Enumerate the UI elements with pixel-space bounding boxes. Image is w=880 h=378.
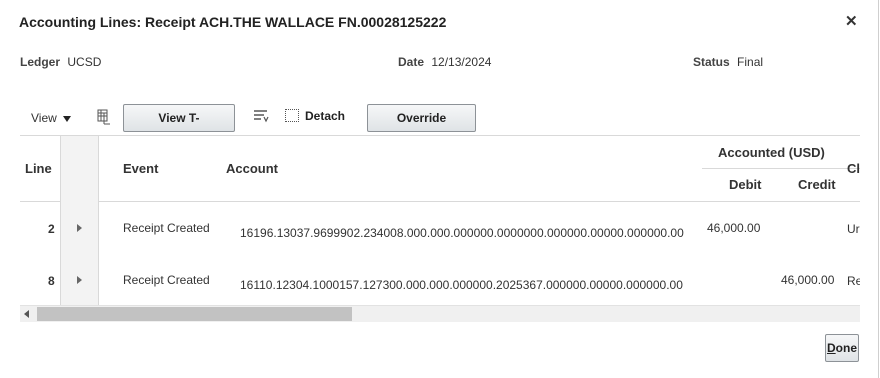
detach-label: Detach: [305, 109, 346, 123]
accounting-lines-table: Line Event Account Accounted (USD) Debit…: [20, 135, 860, 323]
line-number: 2: [48, 222, 55, 236]
debit-cell: 46,000.00: [707, 221, 761, 235]
dialog-title: Accounting Lines: Receipt ACH.THE WALLAC…: [19, 14, 447, 30]
header-cl[interactable]: Cl: [847, 161, 860, 176]
date-label: Date: [398, 55, 425, 69]
detach-icon: [285, 109, 299, 122]
table-row[interactable]: 8 Receipt Created 16110.12304.1000157.12…: [20, 254, 860, 306]
scrollbar-thumb[interactable]: [37, 307, 352, 321]
account-cell: 16196.13037.9699902.234008.000.000.00000…: [240, 226, 684, 240]
table-toolbar: View View T-Accounts Detach Override Acc…: [0, 100, 860, 151]
header-debit[interactable]: Debit: [729, 177, 762, 192]
cl-cell: Ur: [847, 222, 860, 236]
detach-button[interactable]: Detach: [285, 109, 345, 123]
line-number: 8: [48, 274, 55, 288]
event-cell: Receipt Created: [123, 273, 210, 287]
table-row[interactable]: 2 Receipt Created 16196.13037.9699902.23…: [20, 202, 860, 254]
view-t-accounts-button[interactable]: View T-Accounts: [123, 104, 235, 151]
header-group-divider: [702, 168, 860, 169]
account-cell: 16110.12304.1000157.127300.000.000.00000…: [240, 278, 683, 292]
header-account[interactable]: Account: [226, 161, 278, 176]
accounting-lines-dialog: Accounting Lines: Receipt ACH.THE WALLAC…: [0, 0, 879, 378]
ledger-value: UCSD: [67, 55, 102, 69]
expand-row-icon[interactable]: [77, 224, 82, 232]
header-accounted-usd: Accounted (USD): [718, 145, 825, 160]
caret-down-icon: [62, 115, 71, 122]
scroll-left-icon[interactable]: [24, 310, 29, 318]
status-value: Final: [737, 55, 764, 69]
view-menu-label: View: [31, 111, 57, 125]
header-event[interactable]: Event: [123, 161, 158, 176]
status-label: Status: [693, 55, 730, 69]
done-label: one: [835, 341, 857, 355]
freeze-columns-icon[interactable]: [97, 109, 113, 125]
done-button[interactable]: Done: [825, 334, 859, 362]
expand-row-icon[interactable]: [77, 276, 82, 284]
cl-cell: Re: [847, 274, 860, 288]
table-header: Line Event Account Accounted (USD) Debit…: [20, 136, 860, 202]
wrap-icon[interactable]: [253, 109, 269, 125]
status-field: Status Final: [693, 55, 763, 69]
event-cell: Receipt Created: [123, 221, 210, 235]
ledger-field: Ledger UCSD: [20, 55, 101, 69]
date-field: Date 12/13/2024: [398, 55, 491, 69]
done-mnemonic: D: [826, 341, 836, 355]
ledger-label: Ledger: [20, 55, 61, 69]
override-account-button[interactable]: Override Account: [367, 104, 476, 151]
horizontal-scrollbar[interactable]: [20, 305, 860, 322]
header-line[interactable]: Line: [25, 161, 52, 176]
header-credit[interactable]: Credit: [798, 177, 836, 192]
credit-cell: 46,000.00: [781, 273, 835, 287]
view-menu[interactable]: View: [31, 111, 71, 125]
close-icon[interactable]: ✕: [845, 14, 858, 30]
date-value: 12/13/2024: [431, 55, 492, 69]
